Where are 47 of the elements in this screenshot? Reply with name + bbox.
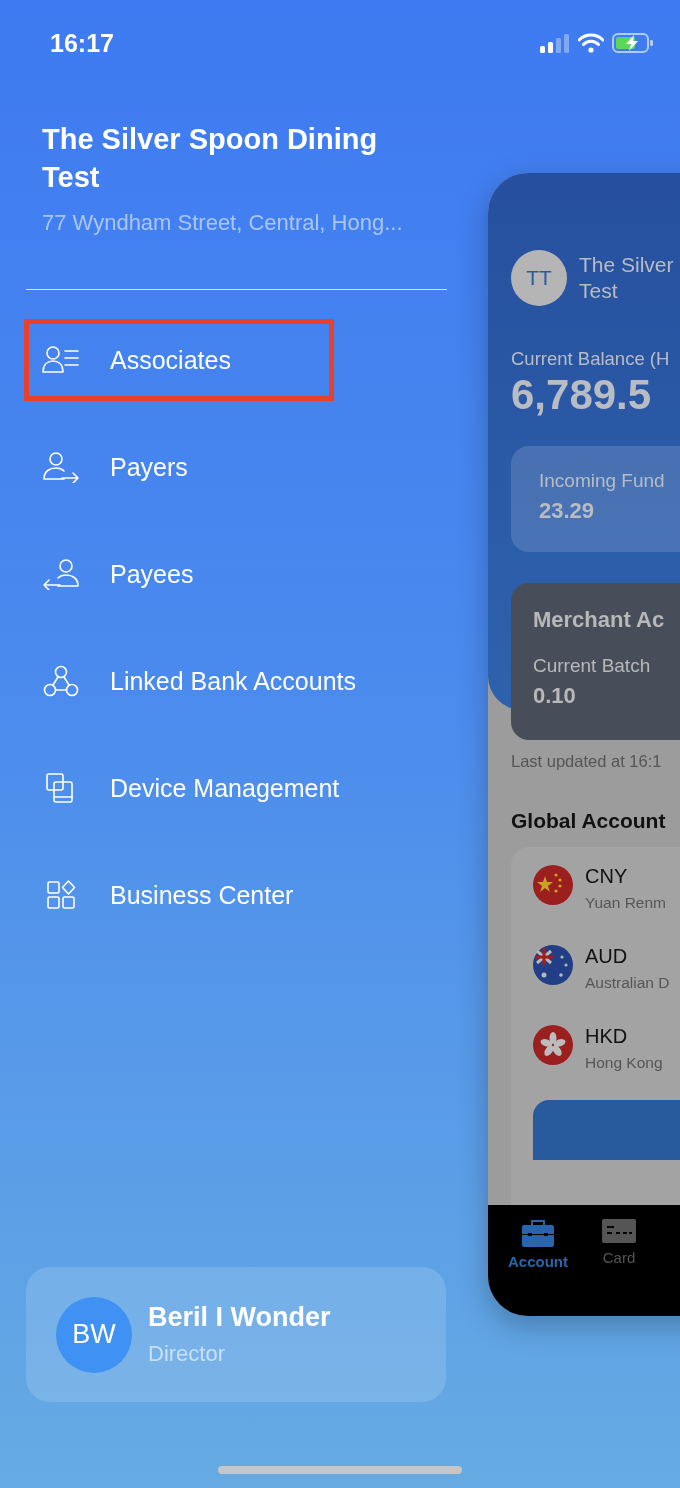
signal-icon: [540, 33, 570, 53]
briefcase-icon: [522, 1219, 554, 1247]
status-time: 16:17: [50, 28, 114, 58]
batch-amount: 0.10: [533, 683, 577, 709]
menu-item[interactable]: Linked Bank Accounts: [24, 640, 379, 722]
incoming-card[interactable]: Incoming Fund 23.29: [511, 446, 680, 552]
balance-amount: 6,789.5: [511, 370, 652, 420]
menu-item[interactable]: Associates: [24, 319, 334, 401]
profile-card[interactable]: BW Beril I Wonder Director: [26, 1267, 446, 1402]
user-avatar: BW: [56, 1296, 132, 1373]
merchant-title: Merchant Ac: [533, 607, 666, 633]
section-title: Global Account: [511, 809, 666, 833]
merchant-card[interactable]: Merchant Ac Current Batch 0.10: [511, 583, 680, 740]
card-icon: [602, 1219, 636, 1243]
currency-name: Australian D: [585, 974, 670, 992]
currency-name: Hong Kong: [585, 1054, 663, 1072]
flower-flag-icon: [533, 1025, 573, 1065]
business-name: The Silver: [579, 252, 674, 278]
menu-item[interactable]: Payees: [24, 533, 334, 615]
connected-nodes-icon: [42, 665, 80, 697]
menu-item[interactable]: Business Center: [24, 854, 334, 936]
balance-label: Current Balance (H: [511, 348, 670, 370]
incoming-label: Incoming Fund: [539, 470, 666, 492]
cross-star-flag-icon: [533, 945, 573, 985]
battery-charging-icon: [612, 33, 654, 53]
app-screen-preview[interactable]: TT The Silver Test Current Balance (H 6,789.5 Incoming Fund 23.29 Merchant Ac Current Batch 0.10 Last updated at 16:1 Global Account CNY Yuan Renm AUD Australian D HKD Hong Kong Account Card: [488, 173, 680, 1316]
person-arrow-icon: [42, 451, 80, 483]
menu-item[interactable]: Device Management: [24, 747, 363, 829]
business-name: The Silver Spoon Dining Test: [42, 122, 379, 195]
incoming-amount: 23.29: [539, 498, 596, 524]
batch-label: Current Batch: [533, 655, 652, 677]
person-arrow-icon: [42, 558, 80, 590]
business-address: 77 Wyndham Street, Central, Hong...: [42, 209, 403, 237]
last-updated: Last updated at 16:1: [511, 752, 662, 771]
user-name: Beril I Wonder: [148, 1302, 331, 1333]
wifi-icon: [578, 33, 604, 53]
person-list-icon: [42, 345, 80, 375]
currency-code: HKD: [585, 1025, 629, 1048]
star-flag-icon: [533, 865, 573, 905]
currency-code: AUD: [585, 945, 629, 968]
tab[interactable]: Account: [508, 1205, 568, 1316]
currency-code: CNY: [585, 865, 629, 888]
tab[interactable]: Card: [602, 1205, 636, 1316]
business-name: Test: [579, 278, 619, 304]
menu-item[interactable]: Payers: [24, 426, 334, 508]
user-role: Director: [148, 1341, 226, 1367]
currency-name: Yuan Renm: [585, 894, 666, 912]
